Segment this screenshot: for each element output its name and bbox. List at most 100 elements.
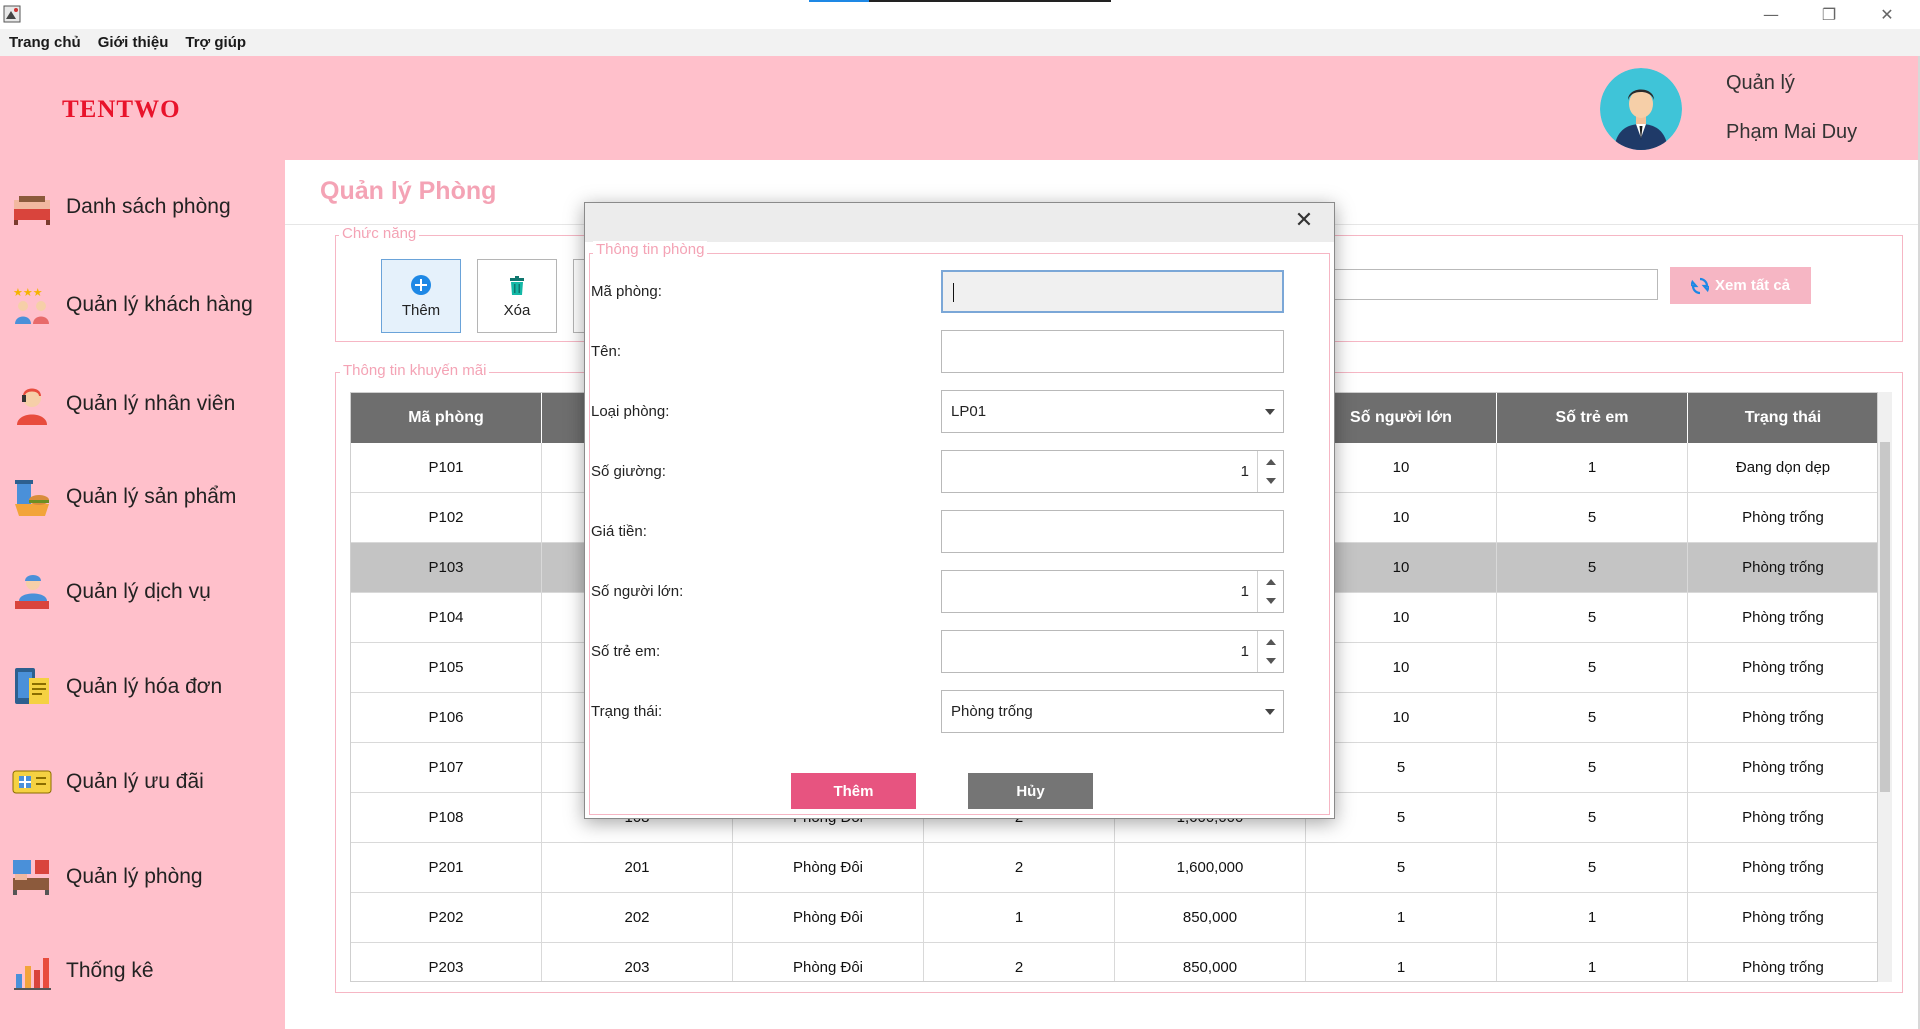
menu-about[interactable]: Giới thiệu [98,34,169,51]
table-cell: 850,000 [1115,893,1306,943]
table-cell: 202 [542,893,733,943]
table-cell: P201 [351,843,542,893]
table-row[interactable]: P201 201 Phòng Đôi 2 1,600,000 5 5 Phòng trống [351,843,1877,893]
table-cell: 850,000 [1115,943,1306,981]
trang-thai-select[interactable]: Phòng trống [941,690,1284,733]
spin-up-icon[interactable] [1266,639,1276,645]
sidebar-item-label: Thống kê [66,959,154,982]
close-window-button[interactable]: ✕ [1858,0,1916,29]
table-cell: P107 [351,743,542,793]
delete-button[interactable]: Xóa [477,259,557,333]
sidebar-item-services[interactable]: Quản lý dịch vụ [0,561,285,623]
loai-phong-value: LP01 [951,403,987,420]
room-icon [13,860,49,895]
bed-icon [14,196,50,225]
table-cell: 5 [1497,743,1688,793]
table-row[interactable]: P202 202 Phòng Đôi 1 850,000 1 1 Phòng trống [351,893,1877,943]
so-nguoi-lon-label: Số người lớn: [591,583,684,600]
sidebar-item-customers[interactable]: ★★★ Quản lý khách hàng [0,274,285,336]
so-giuong-label: Số giường: [591,463,666,480]
table-header-cell: Số trẻ em [1497,393,1688,443]
so-giuong-spinner[interactable]: 1 [941,450,1284,493]
table-cell: Phòng trống [1688,543,1877,593]
table-cell: Phòng trống [1688,893,1877,943]
table-cell: Phòng Đôi [733,943,924,981]
so-giuong-value: 1 [1240,463,1249,480]
so-nguoi-lon-spinner[interactable]: 1 [941,570,1284,613]
minimize-button[interactable]: — [1742,0,1800,29]
spin-down-icon[interactable] [1266,478,1276,484]
table-group-label: Thông tin khuyến mãi [340,362,490,379]
view-all-label: Xem tất cả [1714,277,1791,294]
add-button[interactable]: Thêm [381,259,461,333]
sidebar-item-label: Quản lý phòng [66,865,203,888]
spinner-buttons[interactable] [1257,571,1283,612]
table-cell: 1 [1497,893,1688,943]
loai-phong-select[interactable]: LP01 [941,390,1284,433]
avatar [1600,68,1682,150]
dialog-cancel-button[interactable]: Hủy [968,773,1093,809]
spin-up-icon[interactable] [1266,579,1276,585]
scroll-thumb[interactable] [1880,442,1890,792]
spinner-buttons[interactable] [1257,451,1283,492]
window-titlebar: — ❐ ✕ [0,0,1920,29]
gia-tien-input[interactable] [941,510,1284,553]
ten-input[interactable] [941,330,1284,373]
brand-logo: TENTWO [62,96,181,123]
table-cell: 1 [1497,943,1688,981]
ma-phong-input[interactable] [941,270,1284,313]
so-tre-em-value: 1 [1240,643,1249,660]
app-header: TENTWO Quản lý Phạm Mai Duy [0,56,1920,160]
function-group-label: Chức năng [339,225,420,242]
table-cell: 1 [1306,893,1497,943]
table-cell: P102 [351,493,542,543]
sidebar-item-room-list[interactable]: Danh sách phòng [0,176,285,238]
sidebar-item-invoices[interactable]: Quản lý hóa đơn [0,656,285,718]
so-tre-em-label: Số trẻ em: [591,643,661,660]
sidebar-item-label: Quản lý sản phẩm [66,485,237,508]
maximize-button[interactable]: ❐ [1800,0,1858,29]
search-input[interactable] [1320,269,1658,300]
table-cell: 5 [1497,843,1688,893]
sidebar-item-statistics[interactable]: Thống kê [0,940,285,1002]
add-button-label: Thêm [401,301,441,319]
sidebar-item-label: Quản lý dịch vụ [66,580,211,603]
menu-home[interactable]: Trang chủ [9,34,81,51]
sidebar-item-label: Quản lý khách hàng [66,293,253,316]
user-name: Phạm Mai Duy [1726,121,1858,143]
refresh-icon [1690,277,1709,294]
view-all-button[interactable]: Xem tất cả [1670,267,1811,304]
sidebar-item-label: Danh sách phòng [66,195,231,218]
close-icon[interactable]: ✕ [1292,209,1316,233]
trang-thai-label: Trạng thái: [591,703,663,720]
table-header-cell: Mã phòng [351,393,542,443]
spinner-buttons[interactable] [1257,631,1283,672]
sidebar-item-promotions[interactable]: Quản lý ưu đãi [0,751,285,813]
table-scrollbar[interactable] [1878,392,1892,982]
room-info-group-label: Thông tin phòng [593,241,708,258]
voucher-icon [12,770,52,794]
table-cell: Phòng trống [1688,943,1877,981]
title-progress-bar [809,0,1111,2]
table-cell: 5 [1306,843,1497,893]
table-cell: 5 [1497,693,1688,743]
dialog-titlebar: ✕ [585,203,1334,242]
spin-up-icon[interactable] [1266,459,1276,465]
sidebar-item-label: Quản lý hóa đơn [66,675,223,698]
dialog-add-button[interactable]: Thêm [791,773,916,809]
sidebar-item-rooms[interactable]: Quản lý phòng [0,846,285,908]
table-cell: 1 [1306,943,1497,981]
spin-down-icon[interactable] [1266,658,1276,664]
so-tre-em-spinner[interactable]: 1 [941,630,1284,673]
spin-down-icon[interactable] [1266,598,1276,604]
service-icon [15,575,49,609]
table-row[interactable]: P203 203 Phòng Đôi 2 850,000 1 1 Phòng trống [351,943,1877,981]
sidebar-item-products[interactable]: Quản lý sản phẩm [0,466,285,528]
table-cell: Phòng trống [1688,643,1877,693]
table-cell: 2 [924,843,1115,893]
sidebar-item-staff[interactable]: Quản lý nhân viên [0,373,285,435]
user-role: Quản lý [1726,72,1795,94]
menu-help[interactable]: Trợ giúp [185,34,246,51]
table-cell: P105 [351,643,542,693]
menu-bar: Trang chủ Giới thiệu Trợ giúp [0,29,1920,56]
